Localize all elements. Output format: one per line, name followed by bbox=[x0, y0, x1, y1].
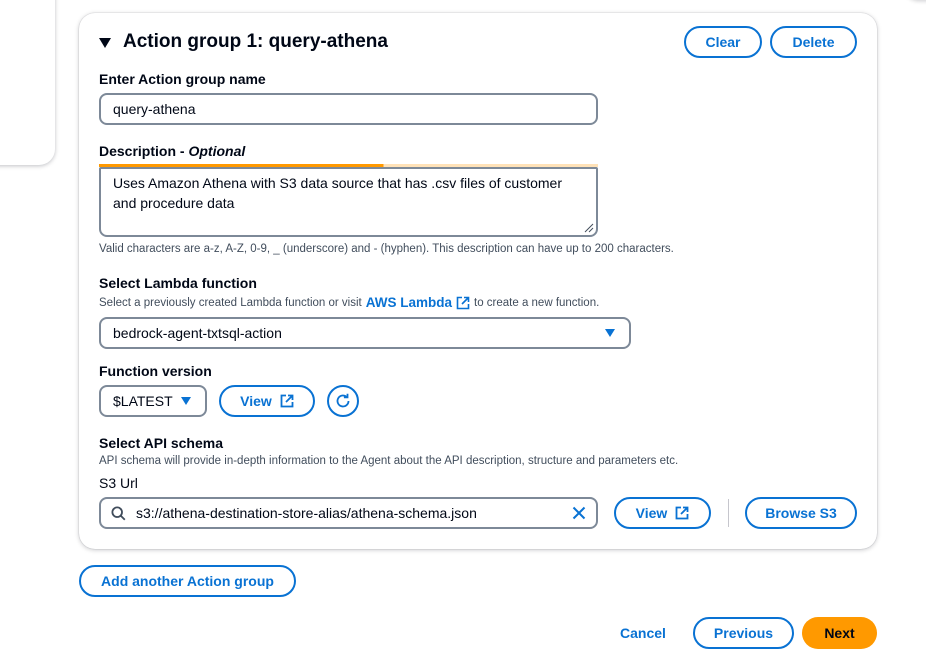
browse-s3-label: Browse S3 bbox=[765, 505, 837, 521]
caret-down-icon[interactable] bbox=[99, 37, 111, 48]
description-optional-text: Optional bbox=[188, 143, 246, 159]
lambda-hint: Select a previously created Lambda funct… bbox=[99, 295, 599, 310]
name-label: Enter Action group name bbox=[99, 71, 266, 87]
description-value: Uses Amazon Athena with S3 data source t… bbox=[113, 175, 563, 211]
action-group-title: Action group 1: query-athena bbox=[123, 31, 388, 52]
lambda-function-select[interactable]: bedrock-agent-txtsql-action bbox=[99, 317, 631, 349]
delete-button-label: Delete bbox=[792, 34, 835, 50]
lambda-hint-suffix: to create a new function. bbox=[474, 296, 600, 309]
previous-button-label: Previous bbox=[713, 625, 774, 641]
description-label-text: Description - bbox=[99, 143, 189, 159]
browse-s3-button[interactable]: Browse S3 bbox=[745, 497, 857, 529]
add-action-group-label: Add another Action group bbox=[101, 573, 274, 589]
description-hint: Valid characters are a-z, A-Z, 0-9, _ (u… bbox=[99, 243, 674, 255]
button-divider bbox=[728, 499, 729, 527]
aws-lambda-link-label: AWS Lambda bbox=[365, 295, 452, 310]
side-panel bbox=[0, 0, 55, 165]
refresh-icon bbox=[336, 393, 350, 408]
description-label: Description - Optional bbox=[99, 143, 245, 159]
lambda-label: Select Lambda function bbox=[99, 275, 257, 291]
version-select-value: $LATEST bbox=[113, 393, 173, 409]
lambda-hint-prefix: Select a previously created Lambda funct… bbox=[99, 296, 362, 309]
s3-url-field: s3://athena-destination-store-alias/athe… bbox=[111, 505, 477, 521]
schema-view-button[interactable]: View bbox=[614, 497, 711, 529]
lambda-select-value: bedrock-agent-txtsql-action bbox=[113, 325, 282, 341]
next-button-label: Next bbox=[824, 625, 855, 641]
next-button[interactable]: Next bbox=[802, 617, 877, 649]
function-version-label: Function version bbox=[99, 363, 212, 379]
search-icon bbox=[111, 505, 126, 520]
s3-url-label: S3 Url bbox=[99, 475, 138, 491]
api-schema-label: Select API schema bbox=[99, 435, 223, 451]
previous-button[interactable]: Previous bbox=[693, 617, 794, 649]
cancel-button[interactable]: Cancel bbox=[620, 625, 666, 641]
aws-lambda-link[interactable]: AWS Lambda bbox=[366, 295, 470, 310]
s3-url-value: s3://athena-destination-store-alias/athe… bbox=[136, 505, 477, 521]
description-textarea[interactable]: Uses Amazon Athena with S3 data source t… bbox=[99, 167, 598, 237]
caret-down-icon bbox=[181, 397, 191, 405]
clear-input-icon[interactable] bbox=[572, 506, 586, 520]
external-link-icon bbox=[675, 506, 689, 520]
resize-grip-icon[interactable] bbox=[582, 221, 594, 233]
refresh-button[interactable] bbox=[327, 385, 359, 417]
action-group-header[interactable]: Action group 1: query-athena bbox=[99, 31, 388, 53]
name-input-value: query-athena bbox=[113, 101, 196, 117]
clear-button[interactable]: Clear bbox=[684, 26, 762, 58]
schema-view-label: View bbox=[635, 505, 668, 521]
external-link-icon bbox=[456, 296, 470, 309]
version-view-button[interactable]: View bbox=[219, 385, 315, 417]
delete-button[interactable]: Delete bbox=[770, 26, 857, 58]
external-link-icon bbox=[280, 394, 294, 408]
function-version-select[interactable]: $LATEST bbox=[99, 385, 207, 417]
action-group-name-input[interactable]: query-athena bbox=[99, 93, 598, 125]
api-schema-hint: API schema will provide in-depth informa… bbox=[99, 455, 679, 467]
clear-button-label: Clear bbox=[705, 34, 741, 50]
version-view-label: View bbox=[240, 393, 272, 409]
add-action-group-button[interactable]: Add another Action group bbox=[79, 565, 296, 597]
s3-url-input[interactable]: s3://athena-destination-store-alias/athe… bbox=[99, 497, 598, 529]
caret-down-icon bbox=[605, 329, 615, 337]
action-group-card: Action group 1: query-athena Clear Delet… bbox=[79, 13, 877, 549]
